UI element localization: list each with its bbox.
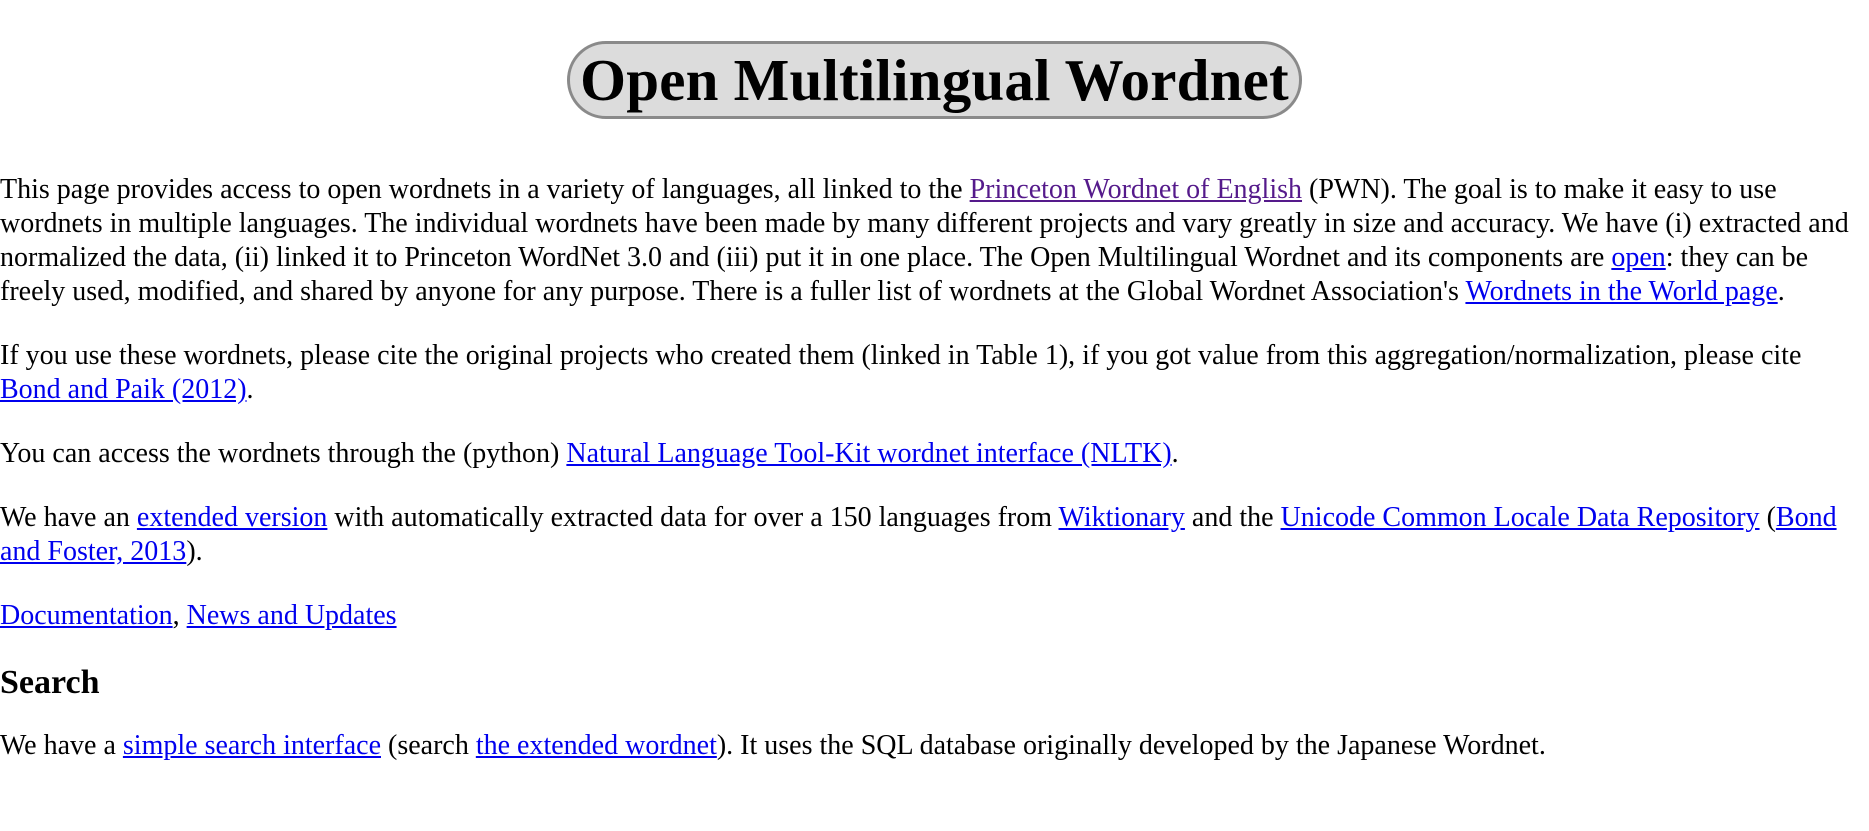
wiktionary-link[interactable]: Wiktionary [1059,502,1185,533]
page-title: Open Multilingual Wordnet [567,41,1302,119]
intro-text-4: . [1777,276,1785,307]
cite-text-1: If you use these wordnets, please cite t… [0,340,1802,371]
bond-paik-2012-link[interactable]: Bond and Paik (2012) [0,374,247,405]
docs-news-separator: , [172,600,187,631]
search-text-2: (search [381,730,476,761]
main-content: This page provides access to open wordne… [0,173,1869,763]
nltk-text-2: . [1171,438,1179,469]
page-header: Open Multilingual Wordnet [0,0,1869,119]
extended-text-4: ( [1759,502,1776,533]
extended-wordnet-search-link[interactable]: the extended wordnet [476,730,717,761]
cite-text-2: . [246,374,254,405]
wordnets-in-the-world-link[interactable]: Wordnets in the World page [1465,276,1777,307]
nltk-paragraph: You can access the wordnets through the … [0,437,1869,471]
nltk-link[interactable]: Natural Language Tool-Kit wordnet interf… [566,438,1171,469]
documentation-link[interactable]: Documentation [0,600,173,631]
princeton-wordnet-link[interactable]: Princeton Wordnet of English [970,174,1302,205]
simple-search-link[interactable]: simple search interface [123,730,381,761]
nltk-text-1: You can access the wordnets through the … [0,438,567,469]
extended-text-3: and the [1184,502,1281,533]
news-updates-link[interactable]: News and Updates [187,600,397,631]
extended-text-5: ). [186,536,203,567]
extended-version-link[interactable]: extended version [137,502,328,533]
citation-paragraph: If you use these wordnets, please cite t… [0,339,1869,407]
search-heading: Search [0,664,100,701]
intro-paragraph: This page provides access to open wordne… [0,173,1869,309]
unicode-cldr-link[interactable]: Unicode Common Locale Data Repository [1281,502,1760,533]
intro-text-1: This page provides access to open wordne… [0,174,970,205]
extended-text-1: We have an [0,502,137,533]
extended-paragraph: We have an extended version with automat… [0,501,1869,569]
search-paragraph: We have a simple search interface (searc… [0,729,1869,763]
search-text-1: We have a [0,730,123,761]
open-link[interactable]: open [1611,242,1665,273]
extended-text-2: with automatically extracted data for ov… [327,502,1059,533]
search-text-3: ). It uses the SQL database originally d… [716,730,1546,761]
docs-news-line: Documentation, News and Updates [0,599,1869,633]
